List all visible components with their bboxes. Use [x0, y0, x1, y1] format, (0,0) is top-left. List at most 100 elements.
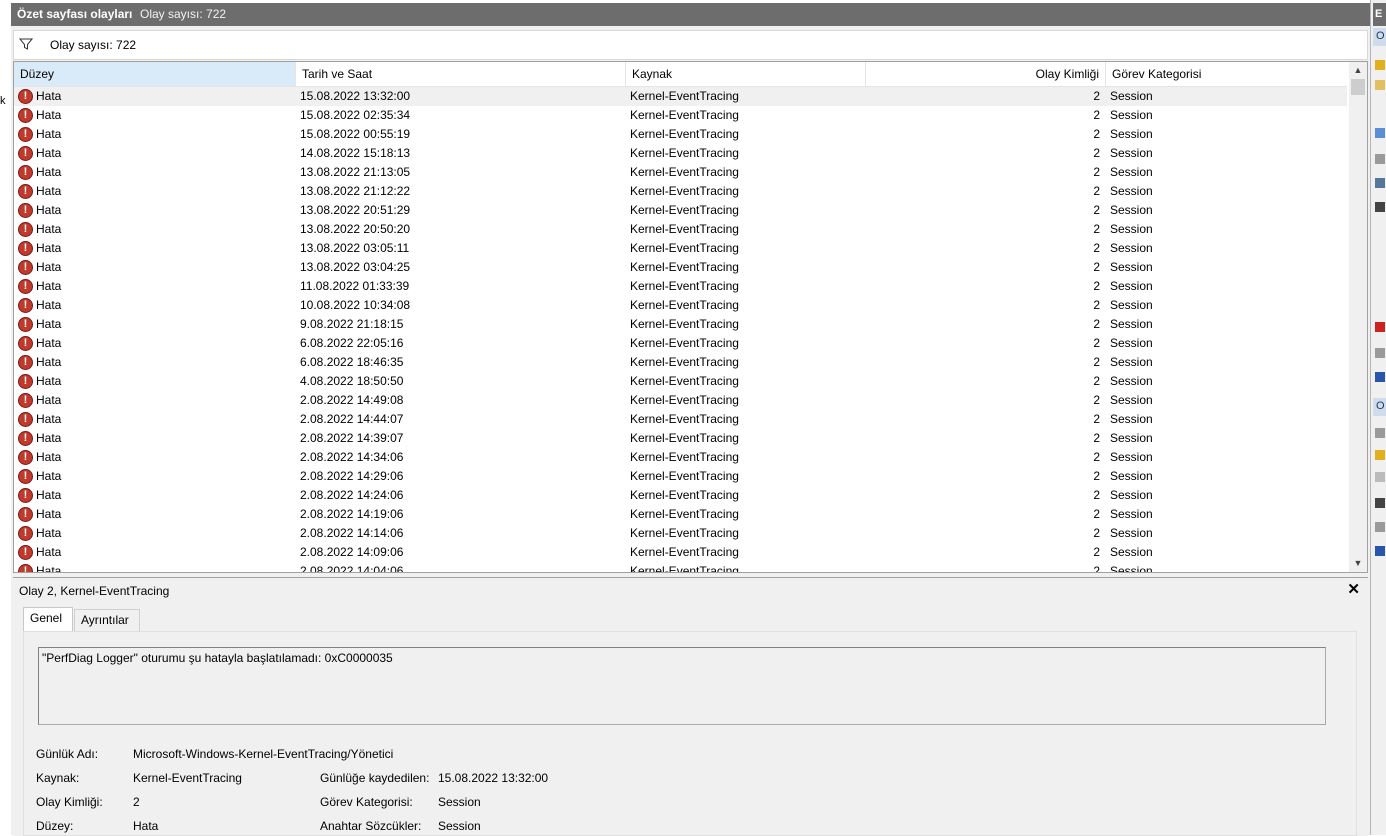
- cell-event-id: 2: [1093, 393, 1100, 407]
- filter-action-icon[interactable]: [1375, 128, 1385, 138]
- table-row[interactable]: ! Hata 9.08.2022 21:18:15 Kernel-EventTraci…: [14, 315, 1347, 334]
- cell-event-id: 2: [1093, 298, 1100, 312]
- error-icon: !: [18, 317, 33, 332]
- cell-level: Hata: [36, 545, 62, 559]
- cell-task-category: Session: [1110, 450, 1153, 464]
- table-row[interactable]: ! Hata 2.08.2022 14:39:07 Kernel-EventTraci…: [14, 429, 1347, 448]
- event-properties-icon[interactable]: [1375, 428, 1385, 438]
- table-row[interactable]: ! Hata 15.08.2022 00:55:19 Kernel-EventTrac…: [14, 125, 1347, 144]
- table-row[interactable]: ! Hata 2.08.2022 14:09:06 Kernel-EventTraci…: [14, 543, 1347, 562]
- cell-task-category: Session: [1110, 526, 1153, 540]
- cell-event-id: 2: [1093, 165, 1100, 179]
- save-icon[interactable]: [1375, 202, 1385, 212]
- column-header-datetime[interactable]: Tarih ve Saat: [296, 62, 626, 86]
- cell-event-id: 2: [1093, 317, 1100, 331]
- source-label: Kaynak:: [36, 771, 80, 785]
- tab-general[interactable]: Genel: [23, 607, 73, 631]
- open-icon[interactable]: [1375, 60, 1385, 70]
- cell-task-category: Session: [1110, 393, 1153, 407]
- event-actions-section-header[interactable]: O: [1373, 398, 1386, 416]
- table-row[interactable]: ! Hata 6.08.2022 22:05:16 Kernel-EventTraci…: [14, 334, 1347, 353]
- delete-icon[interactable]: [1375, 322, 1385, 332]
- error-icon: !: [18, 184, 33, 199]
- table-row[interactable]: ! Hata 2.08.2022 14:29:06 Kernel-EventTraci…: [14, 467, 1347, 486]
- cell-datetime: 13.08.2022 03:04:25: [300, 260, 411, 274]
- table-row[interactable]: ! Hata 14.08.2022 15:18:13 Kernel-EventTrac…: [14, 144, 1347, 163]
- save-event-icon[interactable]: [1375, 498, 1385, 508]
- table-row[interactable]: ! Hata 15.08.2022 02:35:34 Kernel-EventTrac…: [14, 106, 1347, 125]
- filter-icon[interactable]: [19, 37, 33, 51]
- cell-level: Hata: [36, 184, 62, 198]
- cell-event-id: 2: [1093, 260, 1100, 274]
- cell-source: Kernel-EventTracing: [630, 355, 739, 369]
- column-header-task-category[interactable]: Görev Kategorisi: [1106, 62, 1347, 86]
- cell-event-id: 2: [1093, 507, 1100, 521]
- cell-source: Kernel-EventTracing: [630, 450, 739, 464]
- cell-level: Hata: [36, 393, 62, 407]
- rename-icon[interactable]: [1375, 348, 1385, 358]
- task-category-label: Görev Kategorisi:: [320, 795, 413, 809]
- event-help-icon[interactable]: [1375, 546, 1385, 556]
- cell-source: Kernel-EventTracing: [630, 127, 739, 141]
- left-panel-fragment: k: [0, 95, 6, 107]
- table-row[interactable]: ! Hata 13.08.2022 20:50:20 Kernel-EventTrac…: [14, 220, 1347, 239]
- cell-datetime: 11.08.2022 01:33:39: [300, 279, 410, 293]
- attach-task-icon[interactable]: [1375, 450, 1385, 460]
- error-icon: !: [18, 336, 33, 351]
- cell-level: Hata: [36, 298, 62, 312]
- main-pane: Özet sayfası olayları Olay sayısı: 722 O…: [11, 3, 1370, 836]
- error-icon: !: [18, 545, 33, 560]
- table-row[interactable]: ! Hata 4.08.2022 18:50:50 Kernel-EventTraci…: [14, 372, 1347, 391]
- table-row[interactable]: ! Hata 13.08.2022 20:51:29 Kernel-EventTrac…: [14, 201, 1347, 220]
- close-icon[interactable]: ✕: [1347, 580, 1360, 598]
- table-row[interactable]: ! Hata 13.08.2022 03:05:11 Kernel-EventTrac…: [14, 239, 1347, 258]
- copy-icon[interactable]: [1375, 472, 1385, 482]
- column-header-level[interactable]: Düzey: [14, 62, 296, 86]
- table-row[interactable]: ! Hata 10.08.2022 10:34:08 Kernel-EventTrac…: [14, 296, 1347, 315]
- cell-datetime: 14.08.2022 15:18:13: [300, 146, 411, 160]
- table-row[interactable]: ! Hata 2.08.2022 14:04:06 Kernel-EventTraci…: [14, 562, 1347, 573]
- actions-section-header-text: O: [1376, 30, 1385, 42]
- cell-datetime: 13.08.2022 21:12:22: [300, 184, 411, 198]
- table-row[interactable]: ! Hata 2.08.2022 14:34:06 Kernel-EventTraci…: [14, 448, 1347, 467]
- find-icon[interactable]: [1375, 178, 1385, 188]
- event-message-box[interactable]: "PerfDiag Logger" oturumu şu hatayla baş…: [38, 647, 1326, 725]
- general-tab-panel: "PerfDiag Logger" oturumu şu hatayla baş…: [23, 631, 1357, 836]
- summary-event-count: Olay sayısı: 722: [140, 7, 227, 21]
- table-row[interactable]: ! Hata 2.08.2022 14:49:08 Kernel-EventTraci…: [14, 391, 1347, 410]
- cell-source: Kernel-EventTracing: [630, 184, 739, 198]
- properties-icon[interactable]: [1375, 154, 1385, 164]
- cell-level: Hata: [36, 108, 62, 122]
- help-icon[interactable]: [1375, 372, 1385, 382]
- scrollbar-thumb[interactable]: [1351, 79, 1365, 95]
- table-row[interactable]: ! Hata 11.08.2022 01:33:39 Kernel-EventTrac…: [14, 277, 1347, 296]
- cell-level: Hata: [36, 146, 62, 160]
- cell-task-category: Session: [1110, 317, 1153, 331]
- tab-details[interactable]: Ayrıntılar: [74, 609, 140, 631]
- refresh-icon[interactable]: [1375, 522, 1385, 532]
- scroll-down-icon[interactable]: ▼: [1349, 555, 1367, 572]
- cell-source: Kernel-EventTracing: [630, 412, 739, 426]
- cell-datetime: 2.08.2022 14:04:06: [300, 564, 404, 573]
- table-row[interactable]: ! Hata 2.08.2022 14:19:06 Kernel-EventTraci…: [14, 505, 1347, 524]
- table-row[interactable]: ! Hata 2.08.2022 14:14:06 Kernel-EventTraci…: [14, 524, 1347, 543]
- table-row[interactable]: ! Hata 13.08.2022 21:13:05 Kernel-EventTrac…: [14, 163, 1347, 182]
- vertical-scrollbar[interactable]: ▲ ▼: [1349, 62, 1367, 572]
- table-row[interactable]: ! Hata 6.08.2022 18:46:35 Kernel-EventTraci…: [14, 353, 1347, 372]
- cell-task-category: Session: [1110, 507, 1153, 521]
- keywords-label: Anahtar Sözcükler:: [320, 819, 422, 833]
- table-row[interactable]: ! Hata 2.08.2022 14:44:07 Kernel-EventTraci…: [14, 410, 1347, 429]
- actions-section-header[interactable]: O: [1373, 28, 1386, 46]
- column-header-event-id[interactable]: Olay Kimliği: [866, 62, 1106, 86]
- folder-icon[interactable]: [1375, 80, 1385, 90]
- scroll-up-icon[interactable]: ▲: [1349, 62, 1367, 79]
- table-row[interactable]: ! Hata 13.08.2022 03:04:25 Kernel-EventTrac…: [14, 258, 1347, 277]
- cell-event-id: 2: [1093, 184, 1100, 198]
- table-row[interactable]: ! Hata 13.08.2022 21:12:22 Kernel-EventTrac…: [14, 182, 1347, 201]
- table-row[interactable]: ! Hata 15.08.2022 13:32:00 Kernel-EventTrac…: [14, 87, 1347, 106]
- column-header-source[interactable]: Kaynak: [626, 62, 866, 86]
- cell-task-category: Session: [1110, 431, 1153, 445]
- left-panel-edge: k: [0, 0, 11, 835]
- table-row[interactable]: ! Hata 2.08.2022 14:24:06 Kernel-EventTraci…: [14, 486, 1347, 505]
- cell-source: Kernel-EventTracing: [630, 260, 739, 274]
